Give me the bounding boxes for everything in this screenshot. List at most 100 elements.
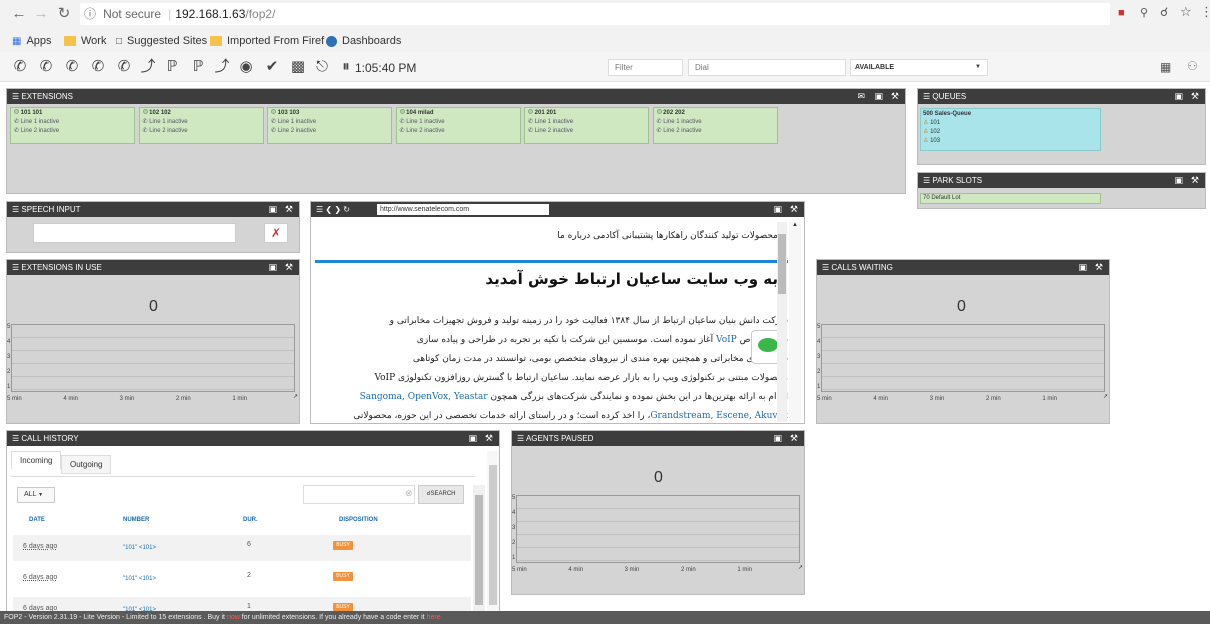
star-icon[interactable]: ☆ — [1180, 4, 1192, 20]
spy-icon[interactable]: ✆ — [114, 57, 134, 77]
user-icon[interactable]: ⚇ — [1187, 59, 1198, 73]
history-search-input[interactable] — [303, 485, 415, 504]
table-row[interactable]: 6 days ago "101" <101> 2 BUSY — [13, 566, 471, 592]
lock-icon[interactable]: ⚒ — [285, 202, 293, 217]
minimize-icon[interactable]: ▣ — [773, 431, 782, 446]
minimize-icon[interactable]: ▣ — [1174, 89, 1183, 104]
site-menu[interactable]: محصولات تولید کنندگان راهکارها پشتیبانی … — [557, 230, 778, 242]
extension-tile[interactable]: 103 103 ✆ Line 1 inactive ✆ Line 2 inactiv… — [267, 107, 392, 144]
bookmark-apps[interactable]: ▦ Apps — [12, 34, 52, 48]
lock-icon[interactable]: ⚒ — [285, 260, 293, 275]
record-icon[interactable]: ◉ — [236, 57, 256, 77]
extension-tile[interactable]: 104 milad ✆ Line 1 inactive ✆ Line 2 inact… — [395, 107, 521, 144]
extension-tile[interactable]: 101 101 ✆ Line 1 inactive ✆ Line 2 inactiv… — [10, 107, 135, 144]
row-number[interactable]: "101" <101> — [123, 576, 156, 582]
conference-icon[interactable]: ℙ — [162, 57, 182, 77]
forward-arrow-icon[interactable]: ❯ — [334, 205, 341, 214]
clear-icon[interactable]: ⊗ — [405, 488, 413, 499]
blocked-popup-icon[interactable]: ■ — [1118, 7, 1125, 19]
hamburger-icon[interactable]: ☰ — [12, 434, 19, 443]
queue-icon[interactable]: ▩ — [288, 57, 308, 77]
whisper-icon[interactable]: ⤴ — [138, 57, 158, 77]
voip-link[interactable]: VoIP — [716, 335, 737, 345]
history-scrollbar[interactable] — [473, 485, 485, 613]
search-button[interactable]: ☌SEARCH — [418, 485, 464, 504]
lock-icon[interactable]: ⚒ — [790, 202, 798, 217]
forward-icon[interactable]: → — [32, 5, 50, 23]
hamburger-icon[interactable]: ☰ — [517, 434, 524, 443]
scrollbar-thumb[interactable] — [489, 465, 497, 605]
attended-transfer-icon[interactable]: ✆ — [88, 57, 108, 77]
hamburger-icon[interactable]: ☰ — [923, 92, 930, 101]
queue-box[interactable]: 500 Sales-Queue ♙ 101 ♙ 102 ♙ 103 — [920, 108, 1101, 151]
reload-icon[interactable]: ↻ — [55, 5, 73, 23]
zoom-icon[interactable]: ☌ — [1160, 5, 1168, 19]
extension-tile[interactable]: 202 202 ✆ Line 1 inactive ✆ Line 2 inactiv… — [652, 107, 778, 144]
web-url-input[interactable]: http://www.senatelecom.com — [377, 204, 549, 215]
pin-icon[interactable]: ⎋ — [312, 57, 332, 77]
extension-tile[interactable]: 201 201 ✆ Line 1 inactive ✆ Line 2 inactiv… — [524, 107, 649, 144]
hamburger-icon[interactable]: ☰ — [316, 205, 323, 214]
status-select[interactable]: AVAILABLE ▼ — [850, 59, 988, 76]
column-date[interactable]: DATE — [29, 517, 45, 523]
pause-icon[interactable]: ⏸ — [336, 57, 356, 77]
bookmark-suggested-sites[interactable]: □ Suggested Sites — [116, 34, 207, 48]
column-disposition[interactable]: DISPOSITION — [339, 517, 378, 523]
hamburger-icon[interactable]: ☰ — [923, 176, 930, 185]
hangup-icon[interactable]: ✆ — [36, 57, 56, 77]
menu-icon[interactable]: ⋮ — [1200, 4, 1210, 20]
minimize-icon[interactable]: ▣ — [1078, 260, 1087, 275]
lock-icon[interactable]: ⚒ — [1191, 89, 1199, 104]
refresh-icon[interactable]: ↻ — [343, 205, 350, 214]
minimize-icon[interactable]: ▣ — [268, 202, 277, 217]
buy-now-link[interactable]: now — [227, 614, 240, 621]
minimize-icon[interactable]: ▣ — [468, 431, 477, 446]
scrollbar-thumb[interactable] — [475, 495, 483, 605]
resize-handle-icon[interactable]: ↗ — [1103, 393, 1108, 400]
minimize-icon[interactable]: ▣ — [1174, 173, 1183, 188]
minimize-icon[interactable]: ▣ — [874, 89, 883, 104]
vendors-link-2[interactable]: Grandstream, Escene, Akuvox — [650, 411, 788, 421]
dial-input[interactable] — [688, 59, 846, 76]
lock-icon[interactable]: ⚒ — [1191, 173, 1199, 188]
table-row[interactable]: 6 days ago "101" <101> 6 BUSY — [13, 535, 471, 561]
mic-off-icon[interactable]: ✗ — [264, 223, 288, 243]
scrollbar[interactable] — [777, 222, 787, 422]
park-lot[interactable]: 70 Default Lot — [920, 193, 1101, 204]
tab-incoming[interactable]: Incoming — [11, 451, 62, 469]
lock-icon[interactable]: ⚒ — [1095, 260, 1103, 275]
bookmark-dashboards[interactable]: Dashboards — [326, 34, 401, 48]
key-icon[interactable]: ⚲ — [1140, 6, 1148, 19]
address-bar[interactable]: ⓘ Not secure | 192.168.1.63/fop2/ — [80, 3, 1110, 25]
vendors-link[interactable]: Sangoma, OpenVox, Yeastar — [360, 392, 488, 402]
minimize-icon[interactable]: ▣ — [773, 202, 782, 217]
outer-scroll-up-icon[interactable]: ▲ — [789, 222, 801, 422]
outer-scrollbar[interactable] — [487, 451, 499, 611]
column-duration[interactable]: DUR. — [243, 517, 258, 523]
enter-code-link[interactable]: here — [427, 614, 441, 621]
resize-handle-icon[interactable]: ↗ — [798, 564, 803, 571]
filter-input[interactable] — [608, 59, 683, 76]
minimize-icon[interactable]: ▣ — [268, 260, 277, 275]
hamburger-icon[interactable]: ☰ — [12, 205, 19, 214]
check-icon[interactable]: ✔ — [262, 57, 282, 77]
back-icon[interactable]: ← — [10, 5, 28, 23]
filter-dropdown[interactable]: ALL ▼ — [17, 487, 55, 503]
lock-icon[interactable]: ⚒ — [790, 431, 798, 446]
back-arrow-icon[interactable]: ❮ — [325, 205, 332, 214]
queue-member[interactable]: ♙ 103 — [923, 137, 1098, 146]
column-number[interactable]: NUMBER — [123, 517, 149, 523]
hamburger-icon[interactable]: ☰ — [822, 263, 829, 272]
tab-outgoing[interactable]: Outgoing — [61, 455, 112, 474]
hamburger-icon[interactable]: ☰ — [12, 263, 19, 272]
extension-tile[interactable]: 102 102 ✆ Line 1 inactive ✆ Line 2 inactiv… — [138, 107, 264, 144]
voicemail-icon[interactable]: ⤴ — [212, 57, 232, 77]
bookmark-work[interactable]: Work — [64, 34, 106, 48]
dial-icon[interactable]: ✆ — [10, 57, 30, 77]
megaphone-icon[interactable]: ✉ — [857, 89, 865, 104]
bookmark-imported[interactable]: Imported From Firef — [210, 34, 324, 48]
grid-icon[interactable]: ▦ — [1160, 60, 1171, 74]
scrollbar-thumb[interactable] — [778, 234, 786, 294]
preferences-icon[interactable]: ℙ — [188, 57, 208, 77]
lock-icon[interactable]: ⚒ — [891, 89, 899, 104]
